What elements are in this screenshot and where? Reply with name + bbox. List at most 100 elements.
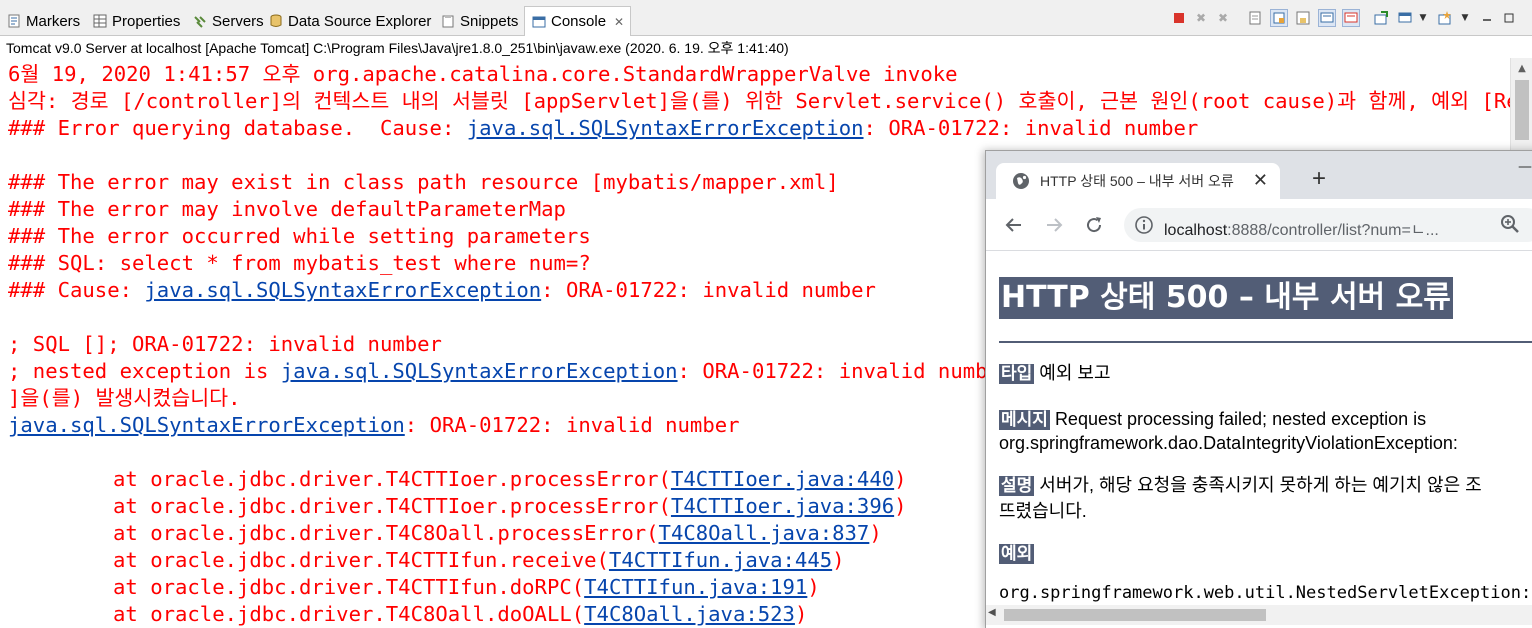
console-text: : ORA-01722: invalid number — [863, 116, 1199, 140]
console-text: at oracle.jdbc.driver.T4CTTIfun.doRPC( — [113, 575, 585, 599]
console-text: ) — [869, 521, 882, 545]
close-icon[interactable]: ✕ — [614, 15, 624, 29]
display-selected-console-icon[interactable] — [1396, 9, 1414, 27]
show-on-error-icon[interactable] — [1342, 9, 1360, 27]
scrollbar-thumb[interactable] — [1515, 80, 1529, 140]
tab-label: Snippets — [460, 12, 519, 30]
clear-console-icon[interactable] — [1246, 9, 1264, 27]
open-console-icon[interactable] — [1436, 9, 1454, 27]
console-line: ; SQL []; ORA-01722: invalid number — [8, 332, 442, 356]
console-line: ; nested exception is java.sql.SQLSyntax… — [8, 358, 1012, 385]
exception-label: 예외 — [999, 544, 1035, 564]
reload-icon[interactable] — [1082, 213, 1106, 237]
terminate-icon[interactable] — [1170, 9, 1188, 27]
console-text: at oracle.jdbc.driver.T4CTTIoer.processE… — [113, 467, 671, 491]
info-icon[interactable] — [1134, 215, 1154, 235]
exception-row: 예외 — [999, 541, 1035, 566]
new-tab-icon[interactable]: + — [1312, 167, 1326, 191]
console-link[interactable]: T4C8Oall.java:523 — [584, 602, 795, 626]
chevron-down-icon[interactable]: ▼ — [1456, 9, 1474, 27]
snippets-icon — [440, 13, 456, 29]
console-link[interactable]: T4CTTIoer.java:440 — [671, 467, 894, 491]
console-process-label: Tomcat v9.0 Server at localhost [Apache … — [6, 40, 789, 56]
console-text: ### Error querying database. Cause: — [8, 116, 467, 140]
console-line: at oracle.jdbc.driver.T4C8Oall.processEr… — [113, 520, 882, 547]
console-link[interactable]: java.sql.SQLSyntaxErrorException — [144, 278, 541, 302]
console-line: at oracle.jdbc.driver.T4C8Oall.doOALL(T4… — [113, 601, 807, 628]
console-text: ) — [807, 575, 820, 599]
remove-launch-icon[interactable]: ✖ — [1192, 9, 1210, 27]
console-line: ### Error querying database. Cause: java… — [8, 115, 1198, 142]
minimize-icon[interactable] — [1478, 9, 1496, 27]
console-line: at oracle.jdbc.driver.T4CTTIfun.doRPC(T4… — [113, 574, 820, 601]
console-link[interactable]: T4CTTIfun.java:191 — [584, 575, 807, 599]
tab-label: Data Source Explorer — [288, 12, 432, 30]
word-wrap-icon[interactable] — [1294, 9, 1312, 27]
console-link[interactable]: java.sql.SQLSyntaxErrorException — [8, 413, 405, 437]
console-line: 심각: 경로 [/controller]의 컨텍스트 내의 서블릿 [appSe… — [8, 89, 1510, 113]
properties-icon — [92, 13, 108, 29]
tab-console[interactable]: Console ✕ — [524, 6, 632, 36]
close-tab-icon[interactable]: ✕ — [1253, 170, 1268, 191]
chevron-down-icon[interactable]: ▼ — [1414, 9, 1432, 27]
console-line: ### SQL: select * from mybatis_test wher… — [8, 251, 591, 275]
scrollbar-thumb[interactable] — [1004, 609, 1266, 621]
console-line: 6월 19, 2020 1:41:57 오후 org.apache.catali… — [8, 62, 958, 86]
tab-servers[interactable]: Servers — [192, 10, 264, 32]
forward-icon[interactable] — [1042, 213, 1066, 237]
browser-window: HTTP 상태 500 – 내부 서버 오류 ✕ + — localhost:8… — [985, 150, 1532, 628]
scroll-up-icon[interactable]: ▲ — [1511, 58, 1532, 78]
console-text: : ORA-01722: invalid number — [677, 359, 1013, 383]
console-text: ) — [832, 548, 845, 572]
minimize-window-icon[interactable]: — — [1518, 159, 1532, 175]
back-icon[interactable] — [1002, 213, 1026, 237]
view-tab-bar: Markers Properties Servers Data Source E… — [0, 0, 1532, 36]
console-link[interactable]: T4C8Oall.java:837 — [659, 521, 870, 545]
console-link[interactable]: java.sql.SQLSyntaxErrorException — [467, 116, 864, 140]
description-label: 설명 — [999, 476, 1035, 496]
pin-console-icon[interactable] — [1372, 9, 1390, 27]
type-value: 예외 보고 — [1039, 363, 1111, 383]
console-line: ### The error occurred while setting par… — [8, 224, 591, 248]
console-text: at oracle.jdbc.driver.T4CTTIoer.processE… — [113, 494, 671, 518]
console-line: at oracle.jdbc.driver.T4CTTIfun.receive(… — [113, 547, 845, 574]
page-horizontal-scrollbar[interactable]: ◀ — [986, 605, 1532, 625]
console-line: ### The error may exist in class path re… — [8, 170, 839, 194]
tab-data-source-explorer[interactable]: Data Source Explorer — [268, 10, 431, 32]
remove-all-launches-icon[interactable]: ✖ — [1214, 9, 1232, 27]
description-value-2: 뜨렸습니다. — [999, 501, 1087, 521]
tab-snippets[interactable]: Snippets — [440, 10, 518, 32]
url-path: :8888/controller/list?num=ㄴ... — [1227, 222, 1439, 239]
type-label: 타입 — [999, 364, 1035, 384]
markers-icon — [6, 13, 22, 29]
url-host: localhost — [1164, 222, 1228, 239]
url-text[interactable]: localhost:8888/controller/list?num=ㄴ... — [1164, 216, 1439, 240]
exception-value: org.springframework.web.util.NestedServl… — [999, 583, 1532, 603]
address-bar[interactable]: localhost:8888/controller/list?num=ㄴ... — [1124, 208, 1532, 242]
scroll-lock-icon[interactable] — [1270, 9, 1288, 27]
console-text: ) — [894, 467, 907, 491]
description-value-1: 서버가, 해당 요청을 충족시키지 못하게 하는 예기치 않은 조 — [1039, 475, 1482, 495]
scroll-left-icon[interactable]: ◀ — [988, 607, 996, 618]
maximize-icon[interactable] — [1500, 9, 1518, 27]
console-link[interactable]: T4CTTIfun.java:445 — [609, 548, 832, 572]
console-text: : ORA-01722: invalid number — [404, 413, 740, 437]
tab-markers[interactable]: Markers — [6, 10, 80, 32]
show-on-output-icon[interactable] — [1318, 9, 1336, 27]
description-row: 설명 서버가, 해당 요청을 충족시키지 못하게 하는 예기치 않은 조 — [999, 473, 1482, 498]
type-row: 타입 예외 보고 — [999, 361, 1111, 386]
console-icon — [531, 14, 547, 30]
console-text: : ORA-01722: invalid number — [541, 278, 876, 302]
console-text: at oracle.jdbc.driver.T4C8Oall.processEr… — [113, 521, 659, 545]
message-label: 메시지 — [999, 410, 1050, 430]
browser-tab-title: HTTP 상태 500 – 내부 서버 오류 — [1040, 173, 1234, 189]
console-link[interactable]: java.sql.SQLSyntaxErrorException — [281, 359, 678, 383]
zoom-icon[interactable] — [1500, 214, 1520, 234]
tab-label: Console — [551, 13, 607, 30]
page-title: HTTP 상태 500 – 내부 서버 오류 — [999, 277, 1453, 319]
browser-tab[interactable]: HTTP 상태 500 – 내부 서버 오류 ✕ — [996, 163, 1280, 199]
browser-toolbar: localhost:8888/controller/list?num=ㄴ... — [986, 199, 1532, 251]
tab-properties[interactable]: Properties — [92, 10, 180, 32]
tab-label: Markers — [26, 12, 81, 30]
console-link[interactable]: T4CTTIoer.java:396 — [671, 494, 894, 518]
